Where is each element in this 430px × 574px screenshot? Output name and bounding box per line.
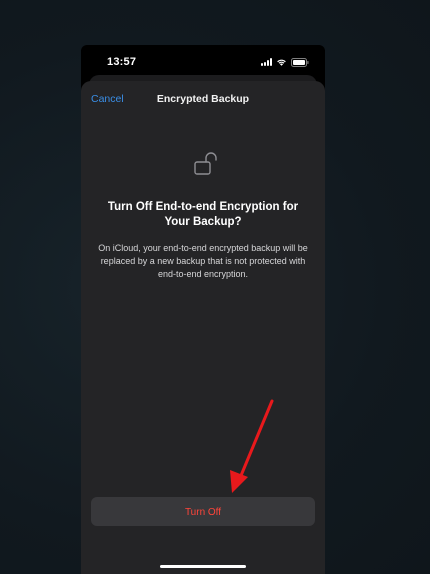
status-time: 13:57: [107, 56, 137, 68]
turn-off-button[interactable]: Turn Off: [91, 497, 315, 526]
status-bar: 13:57: [81, 45, 325, 77]
dialog-description: On iCloud, your end-to-end encrypted bac…: [98, 243, 308, 279]
wifi-icon: [276, 58, 287, 66]
dialog-headline: Turn Off End-to-end Encryption for Your …: [107, 201, 299, 228]
unlocked-padlock-icon: [193, 151, 223, 177]
status-icons: [261, 56, 309, 68]
phone-screen: 13:57 Cancel Encrypted Backup Turn Off E…: [81, 45, 325, 574]
sheet-title: Encrypted Backup: [156, 93, 250, 105]
sheet-nav-bar: Cancel Encrypted Backup: [81, 81, 325, 119]
battery-icon: [291, 57, 309, 67]
home-indicator: [160, 565, 246, 568]
cellular-signal-icon: [261, 58, 272, 66]
encrypted-backup-sheet: Cancel Encrypted Backup Turn Off End-to-…: [81, 81, 325, 574]
